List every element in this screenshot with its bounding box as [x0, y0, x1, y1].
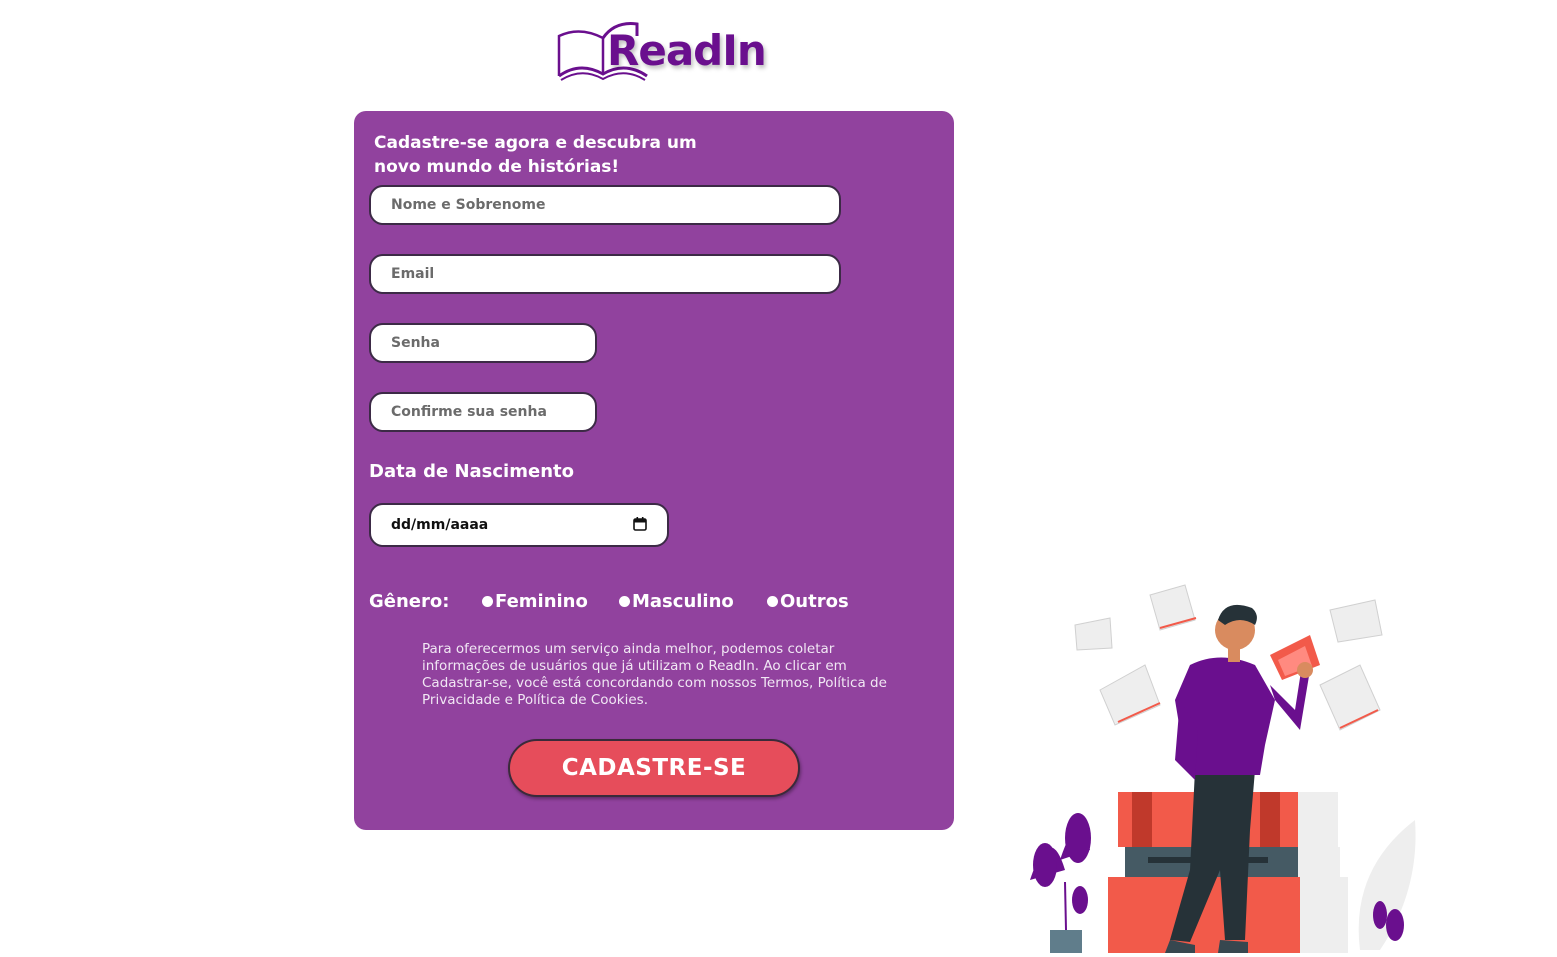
radio-dot-icon[interactable]	[482, 596, 493, 607]
radio-dot-icon[interactable]	[619, 596, 630, 607]
gender-option-label: Feminino	[495, 591, 588, 612]
gender-option-feminino[interactable]: Feminino	[482, 591, 588, 612]
email-input[interactable]	[369, 254, 841, 294]
birthdate-value: dd/mm/aaaa	[391, 517, 489, 533]
confirm-password-input[interactable]	[369, 392, 597, 432]
gender-option-masculino[interactable]: Masculino	[619, 591, 734, 612]
reader-with-books-illustration-icon	[1030, 584, 1416, 953]
calendar-icon[interactable]	[633, 517, 647, 531]
signup-headline: Cadastre-se agora e descubra um novo mun…	[374, 133, 697, 177]
terms-text: Para oferecermos um serviço ainda melhor…	[422, 641, 887, 708]
birthdate-label: Data de Nascimento	[369, 461, 574, 482]
password-input[interactable]	[369, 323, 597, 363]
reader-illustration	[1020, 570, 1440, 953]
gender-label: Gênero:	[369, 591, 450, 612]
readin-logo: ReadIn	[555, 16, 767, 86]
signup-card: Cadastre-se agora e descubra um novo mun…	[354, 111, 954, 830]
birthdate-input[interactable]: dd/mm/aaaa	[369, 503, 669, 547]
signup-button[interactable]: CADASTRE-SE	[508, 739, 800, 797]
gender-option-label: Masculino	[632, 591, 734, 612]
gender-option-label: Outros	[780, 591, 849, 612]
gender-option-outros[interactable]: Outros	[767, 591, 849, 612]
brand-name: ReadIn	[607, 26, 767, 75]
name-input[interactable]	[369, 185, 841, 225]
radio-dot-icon[interactable]	[767, 596, 778, 607]
